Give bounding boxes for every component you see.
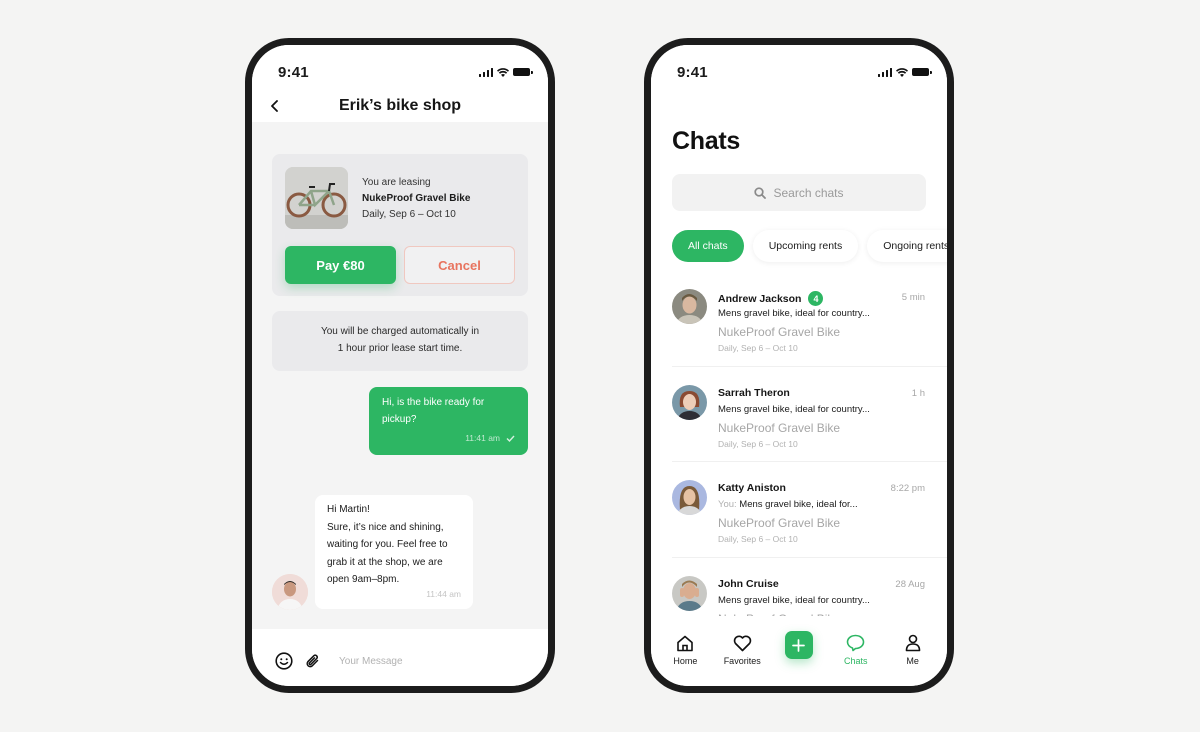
avatar (672, 289, 707, 324)
read-check-icon (506, 435, 515, 442)
chat-list: Andrew Jackson 4 5 min Mens gravel bike,… (651, 271, 947, 653)
shop-avatar (272, 574, 308, 610)
tab-favorites[interactable]: Favorites (714, 633, 771, 666)
avatar (672, 575, 707, 611)
user-icon (905, 634, 920, 652)
chat-time: 8:22 pm (890, 483, 925, 494)
filter-upcoming-rents[interactable]: Upcoming rents (752, 230, 859, 262)
lease-card: You are leasing NukeProof Gravel Bike Da… (272, 154, 528, 296)
tab-label: Favorites (723, 656, 761, 666)
home-icon (677, 635, 694, 651)
cancel-button[interactable]: Cancel (404, 246, 515, 284)
pay-button[interactable]: Pay €80 (285, 246, 396, 284)
plus-icon (792, 638, 806, 652)
lease-product-name: NukeProof Gravel Bike (362, 193, 471, 204)
lease-dates: Daily, Sep 6 – Oct 10 (362, 209, 456, 220)
chat-time: 5 min (901, 292, 925, 303)
tab-chats[interactable]: Chats (827, 633, 884, 666)
last-message: You: Mens gravel bike, ideal for... (718, 499, 858, 510)
signal-icon (877, 67, 892, 77)
page-title: Chats (672, 127, 740, 155)
search-icon (754, 186, 767, 199)
contact-name: Katty Aniston (718, 482, 786, 494)
product-name: NukeProof Gravel Bike (718, 516, 841, 530)
filter-all-chats[interactable]: All chats (672, 230, 744, 262)
search-input[interactable]: Search chats (672, 174, 926, 211)
lease-label: You are leasing (362, 177, 431, 188)
outgoing-message: Hi, is the bike ready for pickup? 11:41 … (369, 387, 528, 455)
status-bar: 9:41 (252, 45, 548, 89)
contact-name: Sarrah Theron (718, 386, 790, 399)
tab-me[interactable]: Me (884, 633, 941, 666)
charge-notice: You will be charged automatically in 1 h… (272, 311, 528, 371)
attach-button[interactable] (303, 651, 323, 671)
unread-badge: 4 (808, 291, 824, 306)
last-message: Mens gravel bike, ideal for country... (718, 308, 870, 319)
last-message: Mens gravel bike, ideal for country... (718, 594, 870, 606)
message-composer (252, 629, 548, 686)
add-button[interactable] (784, 631, 813, 659)
rent-dates: Daily, Sep 6 – Oct 10 (718, 438, 798, 449)
bottom-tab-bar: Home Favorites Chats Me (651, 616, 947, 686)
phone-chat-list: 9:41 Chats Search chats All chats Upcomi… (644, 38, 954, 693)
contact-name: John Cruise (718, 577, 779, 590)
status-time: 9:41 (278, 63, 309, 81)
battery-icon (912, 68, 932, 76)
chat-time: 28 Aug (895, 578, 925, 590)
avatar (672, 480, 707, 515)
tab-home[interactable]: Home (657, 633, 714, 666)
chevron-left-icon (271, 100, 278, 112)
emoji-button[interactable] (274, 651, 294, 671)
emoji-icon (275, 652, 293, 670)
filter-chips: All chats Upcoming rents Ongoing rents (672, 230, 947, 262)
bike-image (285, 167, 348, 229)
paperclip-icon (306, 653, 319, 667)
chat-body[interactable]: You are leasing NukeProof Gravel Bike Da… (252, 122, 548, 629)
rent-dates: Daily, Sep 6 – Oct 10 (718, 343, 798, 353)
message-time: 11:44 am (426, 588, 461, 599)
heart-icon (733, 634, 751, 651)
message-input[interactable] (339, 655, 519, 667)
wifi-icon (896, 67, 908, 77)
battery-icon (513, 68, 533, 76)
product-name: NukeProof Gravel Bike (718, 325, 841, 339)
incoming-message: Hi Martin! Sure, it’s nice and shining, … (315, 495, 473, 609)
message-time: 11:41 am (465, 433, 500, 443)
chat-list-item[interactable]: Katty Aniston 8:22 pm You: Mens gravel b… (672, 462, 947, 558)
filter-ongoing-rents[interactable]: Ongoing rents (867, 230, 947, 262)
back-button[interactable] (264, 95, 286, 117)
avatar (672, 384, 707, 420)
contact-name: Andrew Jackson (718, 292, 802, 305)
search-placeholder: Search chats (773, 185, 844, 200)
tab-add[interactable] (771, 631, 828, 659)
phone-conversation: 9:41 Erik’s bike shop You are leasing Nu… (245, 38, 555, 693)
signal-icon (478, 67, 493, 77)
tab-label: Home (673, 656, 698, 666)
last-message: Mens gravel bike, ideal for country... (718, 403, 870, 415)
wifi-icon (497, 67, 509, 77)
status-time: 9:41 (677, 63, 708, 81)
chat-list-item[interactable]: Andrew Jackson 4 5 min Mens gravel bike,… (672, 271, 947, 367)
tab-label: Chats (844, 656, 868, 666)
chat-time: 1 h (911, 387, 925, 399)
rent-dates: Daily, Sep 6 – Oct 10 (718, 534, 798, 544)
you-prefix: You: (718, 499, 737, 510)
status-bar: 9:41 (651, 45, 947, 89)
chat-list-item[interactable]: Sarrah Theron 1 h Mens gravel bike, idea… (672, 367, 947, 462)
chat-header: Erik’s bike shop (252, 89, 548, 122)
product-name: NukeProof Gravel Bike (718, 420, 841, 435)
chat-bubble-icon (846, 634, 865, 652)
tab-label: Me (906, 656, 919, 666)
chat-title: Erik’s bike shop (338, 96, 462, 114)
